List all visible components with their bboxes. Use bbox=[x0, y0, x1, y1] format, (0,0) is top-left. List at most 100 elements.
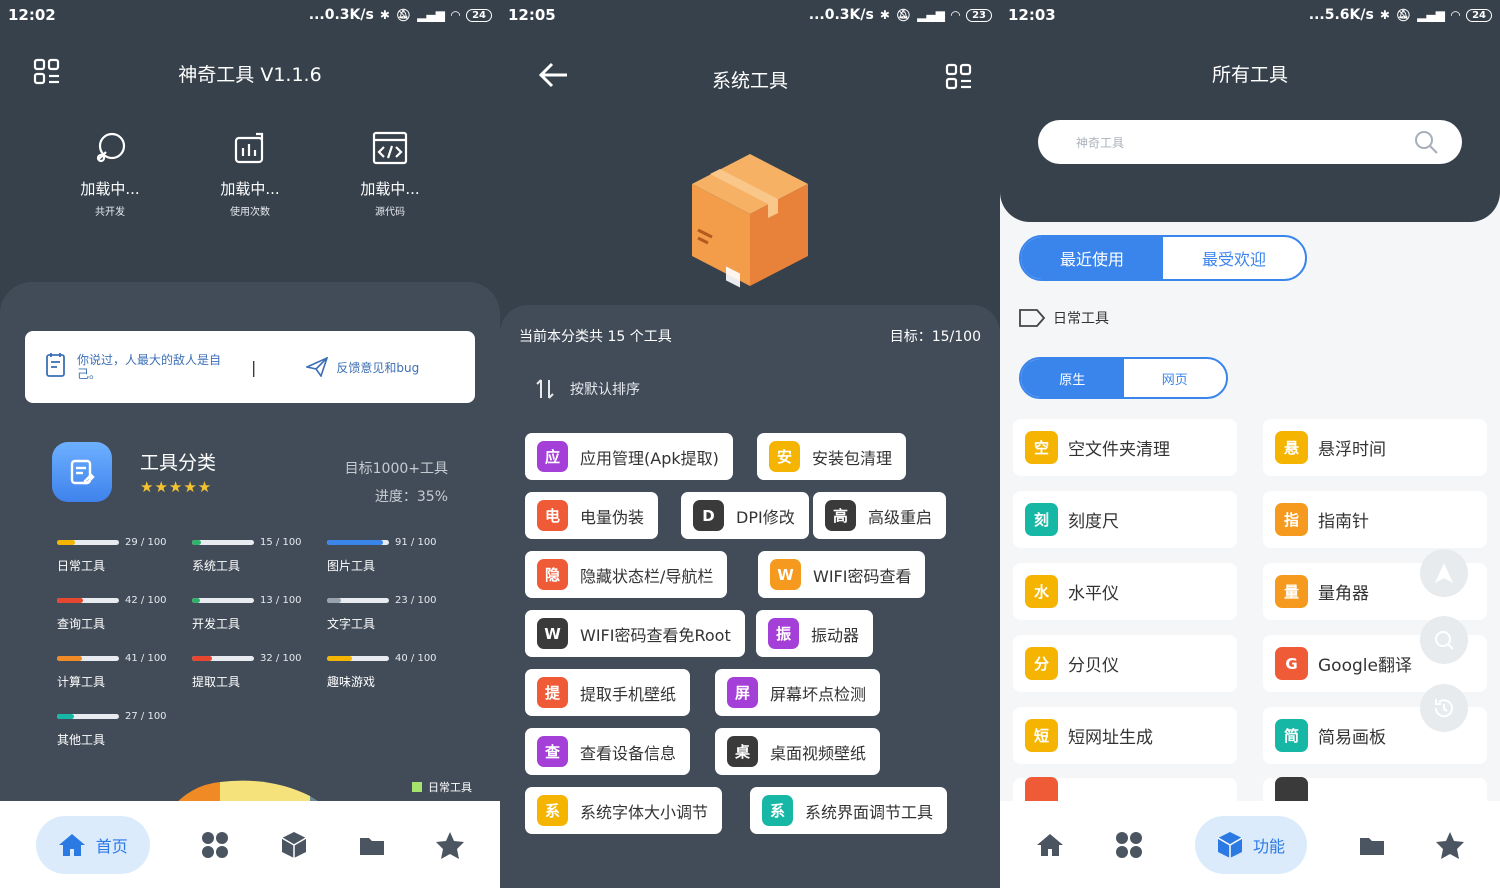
signal-icon: ▂▄▆ bbox=[917, 8, 945, 22]
tool-chip[interactable]: D DPI修改 bbox=[681, 492, 809, 539]
home-screen: 12:02 ...0.3K/s ✱ 🔕︎ ▂▄▆ ◠ 24 神奇工具 V1.1.… bbox=[0, 0, 500, 888]
category-item[interactable]: 23 / 100 文字工具 bbox=[327, 590, 452, 632]
category-name: 趣味游戏 bbox=[327, 675, 376, 689]
code-icon bbox=[372, 131, 408, 165]
tool-badge: 屏 bbox=[727, 677, 758, 708]
search-input[interactable]: 神奇工具 bbox=[1038, 120, 1462, 164]
star-icon bbox=[436, 831, 465, 859]
mute-icon: 🔕︎ bbox=[395, 8, 412, 22]
tag-icon bbox=[1019, 309, 1045, 327]
goal-text: 目标1000+工具 bbox=[344, 461, 448, 477]
nav-categories[interactable] bbox=[1115, 816, 1143, 874]
category-count: 当前本分类共 15 个工具 bbox=[519, 329, 672, 345]
category-progress-bar bbox=[327, 656, 389, 661]
grid-icon bbox=[202, 831, 229, 858]
tool-badge: D bbox=[693, 500, 724, 531]
sort-label: 按默认排序 bbox=[570, 382, 640, 398]
category-count: 23 / 100 bbox=[395, 595, 437, 606]
tool-tile[interactable]: 水水平仪 bbox=[1013, 563, 1237, 620]
tool-chip[interactable]: 查查看设备信息 bbox=[525, 728, 691, 775]
search-button[interactable] bbox=[1420, 616, 1468, 664]
tool-chip[interactable]: 应应用管理(Apk提取) bbox=[525, 433, 733, 480]
category-progress-fill bbox=[192, 598, 201, 603]
tool-badge: 分 bbox=[1025, 647, 1058, 680]
category-progress-bar bbox=[57, 598, 119, 603]
tool-label: 水平仪 bbox=[1068, 584, 1119, 604]
nav-categories[interactable] bbox=[201, 816, 229, 874]
tool-label: 高级重启 bbox=[868, 507, 933, 527]
tool-label: 分贝仪 bbox=[1068, 656, 1119, 676]
tool-chip[interactable]: 提提取手机壁纸 bbox=[525, 669, 691, 716]
tool-chip[interactable]: 高高级重启 bbox=[813, 492, 947, 539]
tool-chip[interactable]: 屏屏幕坏点检测 bbox=[715, 669, 881, 716]
nav-tools[interactable] bbox=[281, 816, 307, 874]
nav-favorites[interactable] bbox=[1436, 816, 1465, 874]
category-progress-bar bbox=[192, 656, 254, 661]
battery-icon: 24 bbox=[1466, 8, 1492, 22]
nav-home-label: 首页 bbox=[95, 836, 128, 856]
tool-chip[interactable]: 隐隐藏状态栏/导航栏 bbox=[525, 551, 728, 598]
battery-icon: 23 bbox=[966, 8, 992, 22]
scroll-top-button[interactable] bbox=[1420, 549, 1468, 597]
tab-web[interactable]: 网页 bbox=[1124, 359, 1227, 397]
history-icon bbox=[1434, 699, 1453, 718]
tool-chip[interactable]: 系系统字体大小调节 bbox=[525, 787, 723, 834]
mute-icon: 🔕︎ bbox=[895, 8, 912, 22]
tool-chip[interactable]: W WIFI密码查看免Root bbox=[525, 610, 745, 657]
nav-home[interactable]: 首页 bbox=[35, 815, 150, 874]
tool-chip[interactable]: W WIFI密码查看 bbox=[758, 551, 926, 598]
tool-tile[interactable]: 悬悬浮时间 bbox=[1263, 419, 1487, 476]
category-progress-bar bbox=[57, 540, 119, 545]
tool-badge: 桌 bbox=[727, 736, 758, 767]
tab-recent[interactable]: 最近使用 bbox=[1021, 237, 1163, 279]
tool-tile[interactable]: 指指南针 bbox=[1263, 491, 1487, 548]
category-item[interactable]: 27 / 100 其他工具 bbox=[57, 706, 182, 748]
category-item[interactable]: 41 / 100 计算工具 bbox=[57, 648, 182, 690]
history-button[interactable] bbox=[1420, 684, 1468, 732]
tool-tile[interactable]: 分分贝仪 bbox=[1013, 635, 1237, 692]
category-target: 目标：15/100 bbox=[889, 329, 981, 345]
tab-popular[interactable]: 最受欢迎 bbox=[1163, 237, 1305, 279]
category-item[interactable]: 15 / 100 系统工具 bbox=[192, 532, 317, 574]
tab-native[interactable]: 原生 bbox=[1021, 359, 1124, 397]
category-item[interactable]: 40 / 100 趣味游戏 bbox=[327, 648, 452, 690]
category-item[interactable]: 32 / 100 提取工具 bbox=[192, 648, 317, 690]
tool-label: 屏幕坏点检测 bbox=[770, 684, 867, 704]
tool-badge: 空 bbox=[1025, 431, 1058, 464]
nav-files[interactable] bbox=[1359, 816, 1385, 874]
tool-badge: 提 bbox=[537, 677, 568, 708]
tool-tile[interactable]: 短短网址生成 bbox=[1013, 707, 1237, 764]
category-item[interactable]: 29 / 100 日常工具 bbox=[57, 532, 182, 574]
category-item[interactable]: 91 / 100 图片工具 bbox=[327, 532, 452, 574]
tool-tile[interactable]: 刻刻度尺 bbox=[1013, 491, 1237, 548]
sort-button[interactable]: 按默认排序 bbox=[534, 378, 640, 400]
stat-developed[interactable]: 加载中... 共开发 bbox=[55, 128, 165, 218]
wifi-icon: ◠ bbox=[450, 8, 461, 22]
nav-favorites[interactable] bbox=[436, 816, 465, 874]
tool-chip[interactable]: 桌桌面视频壁纸 bbox=[715, 728, 881, 775]
wrench-icon bbox=[96, 132, 126, 163]
category-count: 13 / 100 bbox=[260, 595, 302, 606]
search-icon[interactable] bbox=[1414, 130, 1438, 154]
category-name: 其他工具 bbox=[57, 733, 106, 747]
category-item[interactable]: 13 / 100 开发工具 bbox=[192, 590, 317, 632]
tool-chip[interactable]: 系系统界面调节工具 bbox=[750, 787, 948, 834]
tool-chip[interactable]: 振振动器 bbox=[756, 610, 874, 657]
feedback-button[interactable]: 反馈意见和bug bbox=[306, 357, 419, 377]
tool-label: 系统界面调节工具 bbox=[805, 802, 934, 822]
tool-chip[interactable]: 电电量伪装 bbox=[525, 492, 659, 539]
source-tabs: 原生 网页 bbox=[1019, 357, 1228, 399]
stat-usage[interactable]: 加载中... 使用次数 bbox=[195, 128, 305, 218]
tool-tile[interactable]: 空空文件夹清理 bbox=[1013, 419, 1237, 476]
category-title: 工具分类 bbox=[140, 452, 217, 474]
category-name: 开发工具 bbox=[192, 617, 241, 631]
category-item[interactable]: 42 / 100 查询工具 bbox=[57, 590, 182, 632]
nav-files[interactable] bbox=[359, 816, 385, 874]
rating-stars: ★★★★★ bbox=[140, 478, 213, 496]
tool-chip[interactable]: 安安装包清理 bbox=[757, 433, 907, 480]
nav-home[interactable] bbox=[1036, 816, 1064, 874]
category-name: 图片工具 bbox=[327, 559, 376, 573]
stat-source[interactable]: 加载中... 源代码 bbox=[335, 128, 445, 218]
nav-tools[interactable]: 功能 bbox=[1194, 815, 1307, 874]
grid-menu-icon[interactable] bbox=[942, 60, 976, 94]
